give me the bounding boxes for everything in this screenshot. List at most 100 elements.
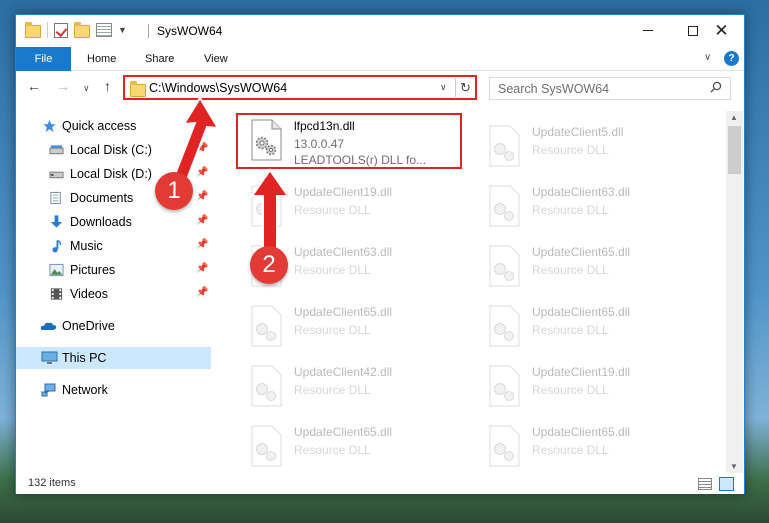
tab-view[interactable]: View [204,53,228,65]
file-highlight-box [236,113,462,169]
help-icon[interactable]: ? [724,51,739,66]
title-bar: ▼ SysWOW64 ✕ [16,15,744,47]
dll-file-icon [489,185,520,227]
sidebar-item-pictures[interactable]: Pictures 📌 [16,259,211,281]
forward-arrow-icon[interactable]: → [56,78,70,94]
drive-icon [49,171,64,179]
step-1-badge: 1 [155,172,193,210]
title-divider [148,24,149,38]
scroll-up-icon[interactable]: ▲ [730,113,738,122]
up-arrow-icon[interactable]: ↑ [104,78,111,94]
close-icon: ✕ [714,20,729,40]
refresh-icon[interactable]: ↻ [455,78,475,97]
file-name: UpdateClient63.dll [532,185,631,199]
file-name: UpdateClient65.dll [294,305,393,319]
recent-locations-chevron-icon[interactable]: ∨ [83,83,90,94]
address-path[interactable]: C:\Windows\SysWOW64 [149,81,287,95]
file-tile[interactable]: UpdateClient5.dll Resource DLL [474,119,704,171]
vertical-scrollbar[interactable]: ▲ ▼ [726,111,743,473]
address-dropdown-icon[interactable]: ∨ [440,82,447,93]
file-name: UpdateClient42.dll [294,365,393,379]
file-type: Resource DLL [294,263,371,277]
sidebar-item-network[interactable]: Network [16,379,211,401]
dll-file-icon [489,125,520,167]
tab-file[interactable]: File [16,47,71,71]
customize-toolbar-dropdown-icon[interactable]: ▼ [118,25,127,35]
close-button[interactable]: ✕ [699,15,744,46]
file-name: UpdateClient5.dll [532,125,624,139]
window-title: SysWOW64 [157,24,223,38]
sidebar-item-label: Local Disk (C:) [70,143,152,157]
minimize-icon [642,30,653,31]
file-type: Resource DLL [532,383,609,397]
file-type: Resource DLL [532,323,609,337]
file-tile[interactable]: UpdateClient42.dll Resource DLL [236,359,466,411]
tab-home[interactable]: Home [87,53,116,65]
expand-ribbon-chevron-icon[interactable]: ∨ [704,52,711,63]
arrow-to-file-icon [250,168,290,253]
navigation-bar: ← → ∨ ↑ C:\Windows\SysWOW64 ∨ ↻ Search S… [16,72,744,104]
star-icon [43,119,56,133]
sidebar-item-label: Pictures [70,263,116,277]
file-tile[interactable]: UpdateClient65.dll Resource DLL [236,299,466,351]
pin-icon[interactable]: 📌 [196,263,208,274]
sidebar-item-videos[interactable]: Videos 📌 [16,283,211,305]
minimize-button[interactable] [625,15,670,46]
item-count: 132 items [28,477,76,489]
file-tile[interactable]: UpdateClient65.dll Resource DLL [474,299,704,351]
sidebar-item-label: Downloads [70,215,132,229]
file-type: Resource DLL [532,143,609,157]
sidebar-item-label: Documents [70,191,134,205]
file-tile[interactable]: UpdateClient65.dll Resource DLL [474,239,704,291]
sidebar-item-label: OneDrive [62,319,115,333]
tiles-view-icon[interactable] [719,477,734,491]
back-arrow-icon[interactable]: ← [27,78,41,94]
network-icon [41,383,56,397]
pin-icon[interactable]: 📌 [196,215,208,226]
file-name: UpdateClient65.dll [532,245,631,259]
sidebar-item-downloads[interactable]: Downloads 📌 [16,211,211,233]
dll-file-icon [489,305,520,347]
search-icon[interactable] [710,81,722,93]
sidebar-item-this-pc[interactable]: This PC [16,347,211,369]
file-type: Resource DLL [532,263,609,277]
new-folder-icon[interactable] [74,21,90,38]
sidebar-item-onedrive[interactable]: OneDrive [16,315,211,337]
address-folder-icon [130,81,146,97]
dll-file-icon [489,245,520,287]
file-tile[interactable]: UpdateClient19.dll Resource DLL [474,359,704,411]
file-type: Resource DLL [294,383,371,397]
properties-check-icon[interactable] [54,22,68,38]
explorer-window: ▼ SysWOW64 ✕ File Home Share View ∨ ? ← … [15,14,745,494]
maximize-icon [687,25,698,36]
step-2-badge: 2 [250,246,288,284]
tab-share[interactable]: Share [145,53,174,65]
file-tile[interactable]: UpdateClient65.dll Resource DLL [236,419,466,471]
file-name: UpdateClient19.dll [294,185,393,199]
scroll-down-icon[interactable]: ▼ [730,462,738,471]
dll-file-icon [489,365,520,407]
pin-icon[interactable]: 📌 [196,287,208,298]
sidebar-item-label: This PC [62,351,107,365]
file-tile[interactable]: UpdateClient63.dll Resource DLL [474,179,704,231]
details-view-icon[interactable] [698,478,712,490]
file-type: Resource DLL [294,323,371,337]
documents-icon [50,191,61,205]
sidebar-item-music[interactable]: Music 📌 [16,235,211,257]
file-name: UpdateClient63.dll [294,245,393,259]
file-type: Resource DLL [532,203,609,217]
pictures-icon [49,263,64,277]
videos-icon [50,288,63,300]
pin-icon[interactable]: 📌 [196,239,208,250]
folder-icon [25,21,41,38]
search-input[interactable]: Search SysWOW64 [489,77,731,100]
search-placeholder: Search SysWOW64 [498,82,610,96]
scroll-thumb[interactable] [728,126,741,174]
pin-icon[interactable]: 📌 [196,191,208,202]
file-tile[interactable]: UpdateClient65.dll Resource DLL [474,419,704,471]
dll-file-icon [251,425,282,467]
music-icon [52,239,62,253]
drive-icon [49,145,64,155]
properties-icon[interactable] [96,23,112,37]
file-name: UpdateClient19.dll [532,365,631,379]
